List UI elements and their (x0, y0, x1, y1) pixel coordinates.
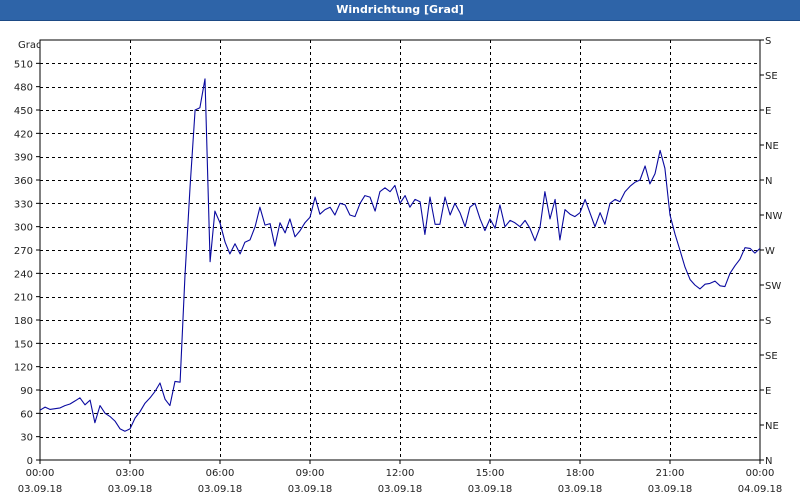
y-tick-label: 0 (27, 456, 33, 467)
y-tick-label: 360 (14, 176, 33, 187)
y-tick-label: 120 (14, 363, 33, 374)
y-tick-label: 60 (20, 409, 33, 420)
y-tick-label: 450 (14, 106, 33, 117)
right-tick-label: NE (765, 141, 779, 152)
y-tick-label: 150 (14, 339, 33, 350)
x-tick-date-label: 03.09.18 (18, 484, 63, 495)
y-tick-label: 240 (14, 269, 33, 280)
right-tick-label: W (765, 246, 775, 257)
x-tick-time-label: 18:00 (566, 468, 595, 479)
x-tick-date-label: 03.09.18 (378, 484, 423, 495)
y-tick-label: 210 (14, 293, 33, 304)
line-chart: Grad 0 30 60 90 120 150 180 210 240 270 300 330 360 3… (14, 36, 783, 495)
right-tick-label: N (765, 176, 772, 187)
x-tick-date-label: 03.09.18 (288, 484, 333, 495)
y-tick-label: 510 (14, 59, 33, 70)
y-tick-label: 480 (14, 83, 33, 94)
x-tick-time-label: 00:00 (746, 468, 775, 479)
x-tick-time-label: 09:00 (296, 468, 325, 479)
right-tick-label: SE (765, 71, 778, 82)
title-bar: Windrichtung [Grad] (0, 0, 800, 21)
y-tick-label: 180 (14, 316, 33, 327)
right-tick-label: NE (765, 421, 779, 432)
window-title: Windrichtung [Grad] (336, 3, 464, 16)
right-tick-label: E (765, 386, 771, 397)
right-tick-label: S (765, 36, 771, 47)
y-tick-label: 300 (14, 223, 33, 234)
x-tick-date-label: 03.09.18 (558, 484, 603, 495)
y-tick-label: 390 (14, 153, 33, 164)
x-tick-time-label: 15:00 (476, 468, 505, 479)
x-tick-date-label: 03.09.18 (108, 484, 153, 495)
y-axis-label: Grad (18, 40, 42, 51)
y-tick-label: 420 (14, 129, 33, 140)
y-tick-label: 90 (20, 386, 33, 397)
right-tick-label: S (765, 316, 771, 327)
x-tick-time-label: 00:00 (26, 468, 55, 479)
x-tick-time-label: 03:00 (116, 468, 145, 479)
x-tick-time-label: 06:00 (206, 468, 235, 479)
x-tick-date-label: 03.09.18 (198, 484, 243, 495)
x-tick-date-label: 03.09.18 (468, 484, 513, 495)
y-tick-label: 330 (14, 199, 33, 210)
x-tick-date-label: 04.09.18 (738, 484, 783, 495)
y-tick-label: 30 (20, 433, 33, 444)
x-tick-time-label: 21:00 (656, 468, 685, 479)
right-tick-label: E (765, 106, 771, 117)
right-tick-label: NW (765, 211, 782, 222)
y-tick-label: 270 (14, 246, 33, 257)
x-tick-time-label: 12:00 (386, 468, 415, 479)
right-tick-label: SE (765, 351, 778, 362)
right-tick-label: N (765, 456, 772, 467)
x-tick-date-label: 03.09.18 (648, 484, 693, 495)
right-tick-label: SW (765, 281, 781, 292)
